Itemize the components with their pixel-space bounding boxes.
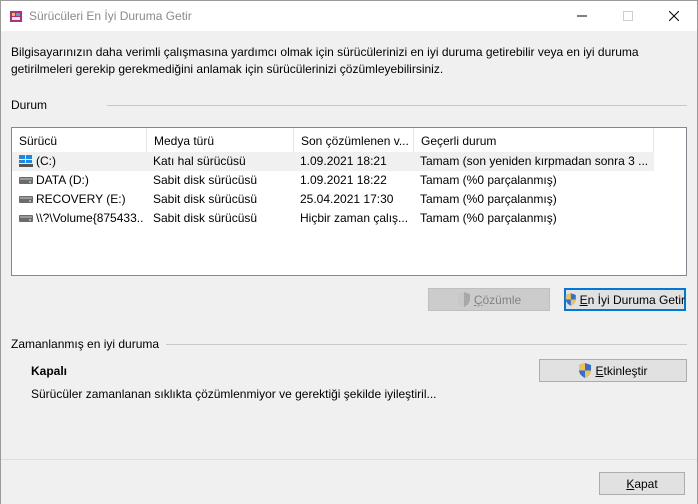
- enable-schedule-button[interactable]: Etkinleştir: [539, 359, 687, 382]
- intro-text: Bilgisayarınızın daha verimli çalışmasın…: [11, 45, 639, 76]
- optimize-drives-window: Sürücüleri En İyi Duruma Getir Bilgisaya…: [0, 0, 698, 504]
- hard-drive-icon: [19, 196, 33, 203]
- scheduled-section-label: Zamanlanmış en iyi duruma: [11, 337, 160, 351]
- title-bar[interactable]: Sürücüleri En İyi Duruma Getir: [1, 1, 697, 31]
- schedule-description: Sürücüler zamanlanan sıklıkta çözümlenmi…: [31, 387, 437, 401]
- media-type: Sabit disk sürücüsü: [153, 173, 258, 187]
- drive-name: DATA (D:): [36, 173, 89, 187]
- last-analyzed: 25.04.2021 17:30: [300, 192, 394, 206]
- column-header-last-analyzed[interactable]: Son çözümlenen v...: [294, 128, 414, 152]
- drive-name: \\?\Volume{875433...: [36, 211, 144, 225]
- last-analyzed: 1.09.2021 18:21: [300, 154, 387, 168]
- media-type: Katı hal sürücüsü: [153, 154, 246, 168]
- defrag-app-icon: [10, 11, 22, 22]
- column-header-current-status[interactable]: Geçerli durum: [414, 128, 654, 152]
- dialog-body: Bilgisayarınızın daha verimli çalışmasın…: [1, 31, 697, 459]
- drive-name: (C:): [36, 154, 56, 168]
- column-header-media-type[interactable]: Medya türü: [147, 128, 294, 152]
- optimize-button-label: En İyi Duruma Getir: [579, 292, 685, 307]
- current-status: Tamam (%0 parçalanmış): [420, 211, 557, 225]
- uac-shield-icon: [579, 363, 592, 378]
- minimize-button[interactable]: [559, 1, 605, 31]
- drive-name: RECOVERY (E:): [36, 192, 126, 206]
- analyze-button[interactable]: Çözümle: [428, 288, 550, 311]
- uac-shield-icon: [457, 292, 470, 307]
- scheduled-separator: [166, 344, 687, 345]
- last-analyzed: Hiçbir zaman çalış...: [300, 211, 409, 225]
- uac-shield-icon: [565, 293, 576, 306]
- media-type: Sabit disk sürücüsü: [153, 192, 258, 206]
- column-header-drive[interactable]: Sürücü: [12, 128, 147, 152]
- close-window-button[interactable]: [651, 1, 697, 31]
- current-status: Tamam (%0 parçalanmış): [420, 192, 557, 206]
- window-title: Sürücüleri En İyi Duruma Getir: [29, 9, 192, 23]
- status-separator: [107, 105, 687, 106]
- analyze-button-label: Çözümle: [473, 292, 522, 307]
- maximize-icon: [623, 11, 633, 21]
- current-status: Tamam (son yeniden kırpmadan sonra 3 ...: [420, 154, 649, 168]
- hard-drive-icon: [19, 177, 33, 184]
- drive-row[interactable]: RECOVERY (E:) Sabit disk sürücüsü 25.04.…: [12, 190, 654, 209]
- drives-list[interactable]: Sürücü Medya türü Son çözümlenen v... Ge…: [11, 127, 687, 276]
- close-icon: [669, 11, 679, 21]
- current-status: Tamam (%0 parçalanmış): [420, 173, 557, 187]
- maximize-button: [605, 1, 651, 31]
- close-button[interactable]: Kapat: [599, 472, 685, 495]
- minimize-icon: [577, 15, 587, 17]
- drive-row[interactable]: (C:) Katı hal sürücüsü 1.09.2021 18:21 T…: [12, 152, 654, 171]
- close-button-label: Kapat: [626, 476, 658, 491]
- dialog-footer: Kapat: [1, 459, 697, 504]
- status-section-label: Durum: [11, 98, 48, 112]
- enable-schedule-label: Etkinleştir: [595, 363, 648, 378]
- drives-list-header: Sürücü Medya türü Son çözümlenen v... Ge…: [12, 128, 686, 152]
- schedule-state: Kapalı: [31, 364, 68, 378]
- media-type: Sabit disk sürücüsü: [153, 211, 258, 225]
- optimize-button[interactable]: En İyi Duruma Getir: [564, 288, 686, 311]
- windows-drive-icon: [19, 155, 33, 167]
- drive-row[interactable]: \\?\Volume{875433... Sabit disk sürücüsü…: [12, 209, 654, 228]
- hard-drive-icon: [19, 215, 33, 222]
- last-analyzed: 1.09.2021 18:22: [300, 173, 387, 187]
- drive-row[interactable]: DATA (D:) Sabit disk sürücüsü 1.09.2021 …: [12, 171, 654, 190]
